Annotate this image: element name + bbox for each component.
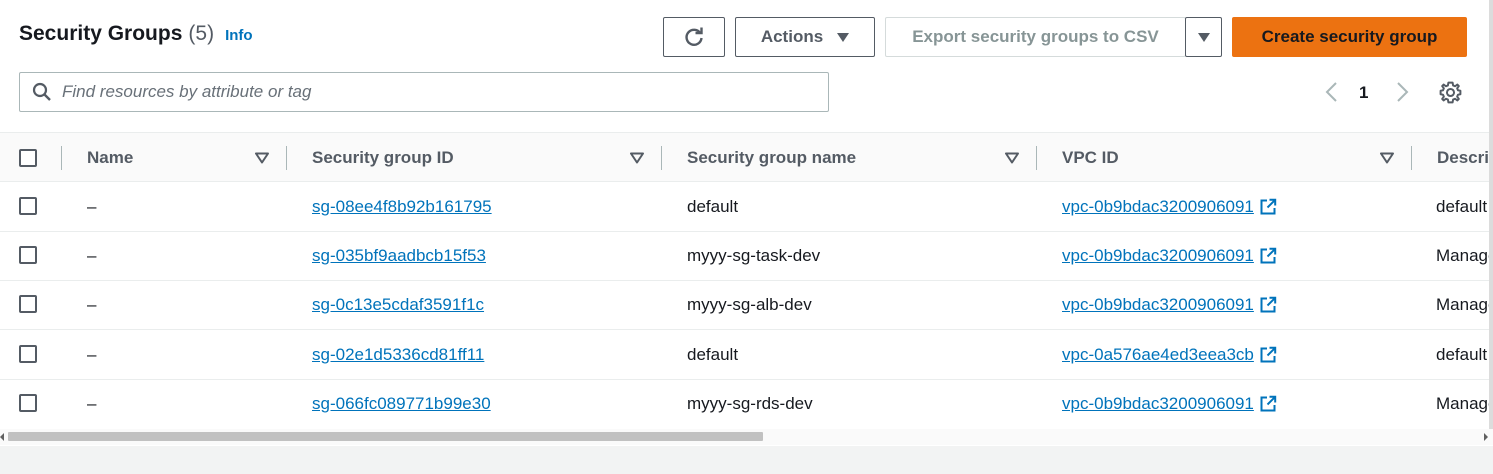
cell-name: –	[87, 294, 97, 314]
scroll-right-arrow[interactable]	[1484, 433, 1488, 441]
cell-description: Manage	[1436, 245, 1493, 265]
cell-description: default	[1436, 196, 1488, 216]
row-checkbox[interactable]	[19, 197, 37, 215]
cell-vpc-id[interactable]: vpc-0b9bdac3200906091	[1062, 231, 1277, 280]
cell-name: –	[87, 344, 97, 364]
previous-page-button[interactable]	[1322, 80, 1342, 104]
column-header-vpc-id[interactable]: VPC ID	[1062, 133, 1119, 183]
vpc-id-link[interactable]: vpc-0b9bdac3200906091	[1062, 394, 1254, 414]
table-row[interactable]: – sg-08ee4f8b92b161795 default vpc-0b9bd…	[0, 182, 1493, 232]
actions-button[interactable]: Actions	[735, 17, 875, 57]
table-row[interactable]: – sg-035bf9aadbcb15f53 myyy-sg-task-dev …	[0, 231, 1493, 281]
external-link-icon	[1260, 395, 1277, 411]
column-divider[interactable]	[1036, 146, 1037, 170]
horizontal-scrollbar-thumb[interactable]	[8, 432, 763, 441]
cell-security-group-name: myyy-sg-rds-dev	[687, 393, 813, 413]
row-checkbox[interactable]	[19, 295, 37, 313]
next-page-button[interactable]	[1392, 80, 1412, 104]
column-header-name[interactable]: Name	[87, 133, 133, 183]
page-title: Security Groups	[19, 22, 183, 45]
cell-vpc-id[interactable]: vpc-0b9bdac3200906091	[1062, 280, 1277, 329]
chevron-right-icon	[1397, 82, 1409, 102]
cell-security-group-id-link[interactable]: sg-035bf9aadbcb15f53	[312, 231, 486, 280]
chevron-left-icon	[1325, 82, 1337, 102]
cell-name: –	[87, 196, 97, 216]
create-security-group-button[interactable]: Create security group	[1232, 17, 1467, 57]
column-header-description[interactable]: Descrip	[1437, 133, 1493, 183]
cell-security-group-name: myyy-sg-alb-dev	[687, 294, 812, 314]
caret-down-icon	[1197, 32, 1210, 42]
select-all-checkbox[interactable]	[19, 149, 37, 167]
refresh-button[interactable]	[663, 17, 725, 57]
external-link-icon	[1260, 346, 1277, 362]
cell-security-group-name: default	[687, 344, 739, 364]
export-csv-button[interactable]: Export security groups to CSV	[885, 17, 1186, 57]
page-header: Security Groups (5) Info	[19, 22, 253, 46]
sort-down-icon[interactable]	[1005, 152, 1019, 164]
preferences-button[interactable]	[1438, 80, 1463, 110]
vertical-scrollbar[interactable]	[1489, 0, 1493, 429]
cell-security-group-id-link[interactable]: sg-066fc089771b99e30	[312, 379, 491, 428]
column-header-security-group-name[interactable]: Security group name	[687, 133, 856, 183]
sort-down-icon[interactable]	[255, 152, 269, 164]
cell-security-group-id-link[interactable]: sg-0c13e5cdaf3591f1c	[312, 280, 484, 329]
export-dropdown-button[interactable]	[1185, 17, 1222, 57]
external-link-icon	[1260, 296, 1277, 312]
cell-name: –	[87, 245, 97, 265]
create-label: Create security group	[1261, 27, 1438, 46]
search-icon	[32, 82, 51, 101]
cell-vpc-id[interactable]: vpc-0a576ae4ed3eea3cb	[1062, 330, 1277, 379]
table-row[interactable]: – sg-066fc089771b99e30 myyy-sg-rds-dev v…	[0, 379, 1493, 429]
actions-label: Actions	[760, 27, 824, 46]
search-input[interactable]	[62, 82, 762, 102]
cell-vpc-id[interactable]: vpc-0b9bdac3200906091	[1062, 182, 1277, 231]
refresh-icon	[685, 27, 703, 46]
external-link-icon	[1260, 198, 1277, 214]
row-checkbox[interactable]	[19, 394, 37, 412]
external-link-icon	[1260, 247, 1277, 263]
table-header: Name Security group ID Security group na…	[0, 132, 1493, 182]
vpc-id-link[interactable]: vpc-0b9bdac3200906091	[1062, 295, 1254, 315]
column-divider[interactable]	[1411, 146, 1412, 170]
cell-security-group-id-link[interactable]: sg-02e1d5336cd81ff11	[312, 330, 484, 379]
scroll-left-arrow[interactable]	[0, 433, 4, 441]
sort-down-icon[interactable]	[1380, 152, 1394, 164]
cell-security-group-name: default	[687, 196, 739, 216]
row-checkbox[interactable]	[19, 246, 37, 264]
export-label: Export security groups to CSV	[912, 27, 1159, 46]
column-divider[interactable]	[661, 146, 662, 170]
cell-vpc-id[interactable]: vpc-0b9bdac3200906091	[1062, 379, 1277, 428]
column-divider	[61, 146, 62, 170]
cell-description: default	[1436, 344, 1488, 364]
cell-security-group-id-link[interactable]: sg-08ee4f8b92b161795	[312, 182, 492, 231]
resource-count: (5)	[188, 22, 215, 45]
cell-description: Manage	[1436, 294, 1493, 314]
column-divider[interactable]	[286, 146, 287, 170]
vpc-id-link[interactable]: vpc-0b9bdac3200906091	[1062, 197, 1254, 217]
vpc-id-link[interactable]: vpc-0b9bdac3200906091	[1062, 246, 1254, 266]
info-link[interactable]: Info	[225, 27, 253, 44]
cell-security-group-name: myyy-sg-task-dev	[687, 245, 821, 265]
table-row[interactable]: – sg-02e1d5336cd81ff11 default vpc-0a576…	[0, 330, 1493, 380]
security-groups-panel: Security Groups (5) Info Actions Export …	[0, 0, 1493, 446]
column-header-security-group-id[interactable]: Security group ID	[312, 133, 454, 183]
search-field[interactable]	[19, 72, 829, 112]
current-page-number[interactable]: 1	[1359, 83, 1368, 103]
table-row[interactable]: – sg-0c13e5cdaf3591f1c myyy-sg-alb-dev v…	[0, 280, 1493, 330]
caret-down-icon	[837, 32, 850, 42]
row-checkbox[interactable]	[19, 345, 37, 363]
cell-description: Manage	[1436, 393, 1493, 413]
cell-name: –	[87, 393, 97, 413]
vpc-id-link[interactable]: vpc-0a576ae4ed3eea3cb	[1062, 345, 1254, 365]
sort-down-icon[interactable]	[630, 152, 644, 164]
gear-icon	[1439, 81, 1462, 104]
